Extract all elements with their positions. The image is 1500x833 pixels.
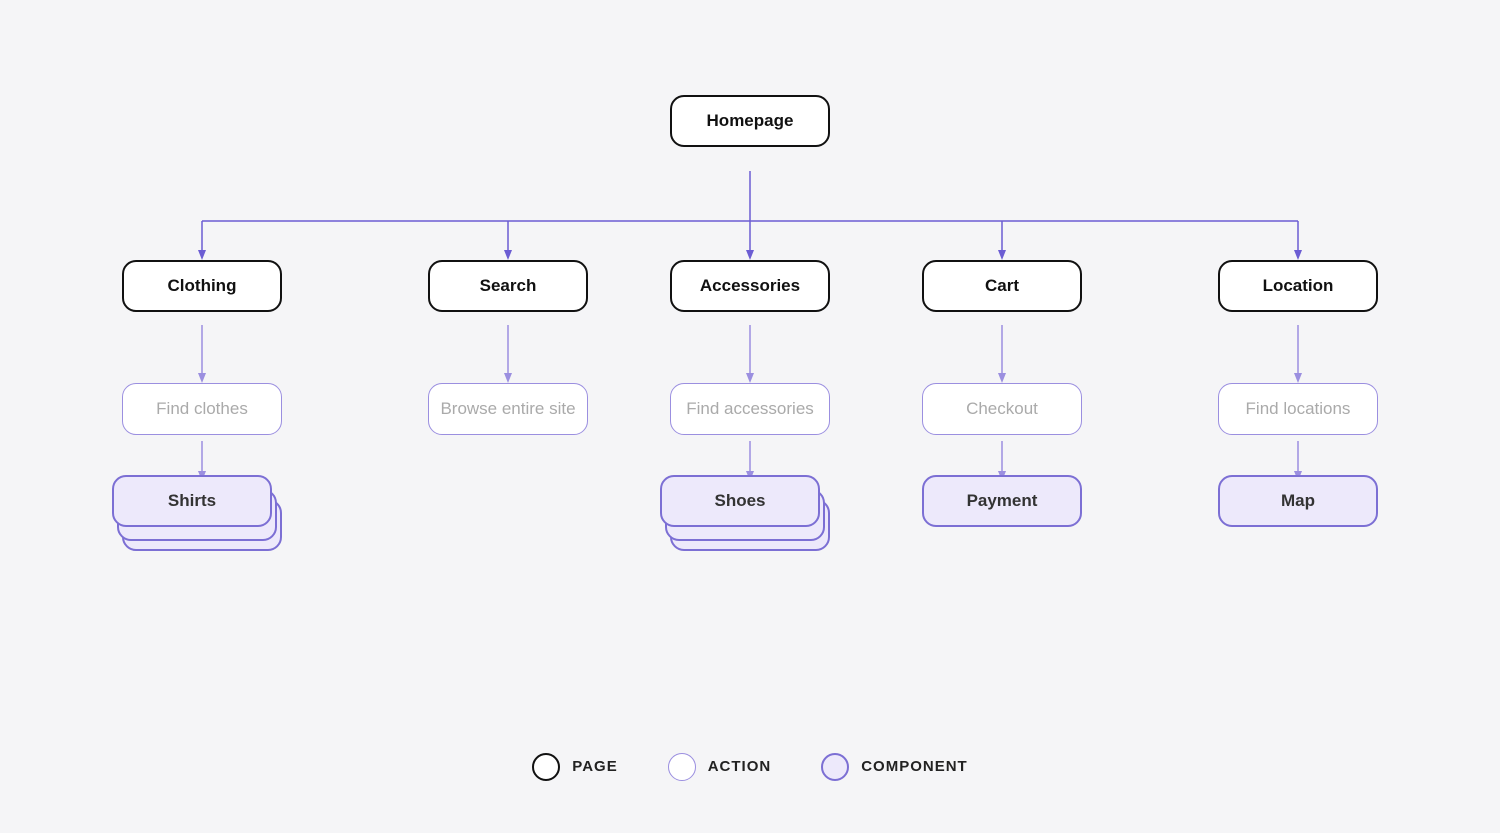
homepage-node: Homepage bbox=[670, 95, 830, 147]
legend-page-icon bbox=[532, 753, 560, 781]
legend-page: PAGE bbox=[532, 753, 617, 781]
legend-component-label: COMPONENT bbox=[861, 758, 968, 775]
legend-page-label: PAGE bbox=[572, 758, 617, 775]
accessories-node: Accessories bbox=[670, 260, 830, 312]
legend-component-icon bbox=[821, 753, 849, 781]
legend-component: COMPONENT bbox=[821, 753, 968, 781]
browse-site-node: Browse entire site bbox=[428, 383, 588, 435]
map-node: Map bbox=[1218, 475, 1378, 527]
clothing-node: Clothing bbox=[122, 260, 282, 312]
cart-node: Cart bbox=[922, 260, 1082, 312]
legend-action-icon bbox=[668, 753, 696, 781]
find-accessories-node: Find accessories bbox=[670, 383, 830, 435]
shirts-stack: Shirts bbox=[112, 475, 292, 590]
find-locations-node: Find locations bbox=[1218, 383, 1378, 435]
checkout-node: Checkout bbox=[922, 383, 1082, 435]
shoes-stack: Shoes bbox=[660, 475, 840, 590]
search-node: Search bbox=[428, 260, 588, 312]
payment-node: Payment bbox=[922, 475, 1082, 527]
shirts-node: Shirts bbox=[112, 475, 272, 527]
legend-action-label: ACTION bbox=[708, 758, 772, 775]
legend-action: ACTION bbox=[668, 753, 772, 781]
find-clothes-node: Find clothes bbox=[122, 383, 282, 435]
diagram-container: Homepage Clothing Search Accessories Car… bbox=[50, 53, 1450, 733]
legend: PAGE ACTION COMPONENT bbox=[532, 753, 967, 781]
location-node: Location bbox=[1218, 260, 1378, 312]
shoes-node: Shoes bbox=[660, 475, 820, 527]
